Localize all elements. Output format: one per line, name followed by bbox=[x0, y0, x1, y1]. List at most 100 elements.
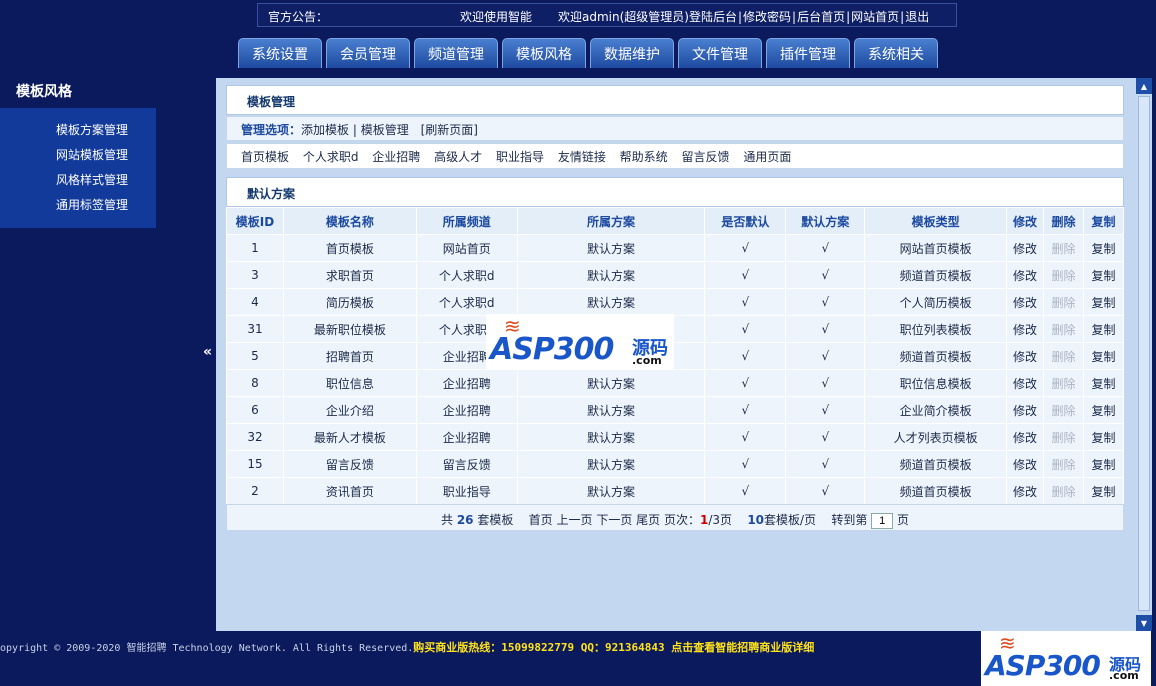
table-cell: 频道首页模板 bbox=[864, 477, 1008, 505]
category-link[interactable]: 个人求职d bbox=[303, 150, 359, 164]
edit-link[interactable]: 修改 bbox=[1006, 369, 1044, 397]
tab-plugin-management[interactable]: 插件管理 bbox=[766, 38, 850, 68]
edit-link[interactable]: 修改 bbox=[1006, 342, 1044, 370]
table-cell: 默认方案 bbox=[516, 261, 706, 289]
category-link[interactable]: 帮助系统 bbox=[620, 150, 668, 164]
copy-link[interactable]: 复制 bbox=[1082, 423, 1125, 451]
table-cell: √ bbox=[785, 288, 866, 316]
scrollbar[interactable]: ▲ ▼ bbox=[1136, 78, 1152, 631]
scroll-down-icon[interactable]: ▼ bbox=[1136, 615, 1152, 631]
table-cell: 个人简历模板 bbox=[864, 288, 1008, 316]
edit-link[interactable]: 修改 bbox=[1006, 450, 1044, 478]
logout-link[interactable]: 退出 bbox=[905, 10, 929, 24]
sidebar-item-site-template[interactable]: 网站模板管理 bbox=[0, 146, 156, 171]
copy-link[interactable]: 复制 bbox=[1082, 450, 1125, 478]
main-nav: 系统设置 会员管理 频道管理 模板风格 数据维护 文件管理 插件管理 系统相关 bbox=[238, 38, 938, 68]
goto-page-input[interactable] bbox=[871, 513, 894, 529]
delete-link: 删除 bbox=[1043, 477, 1084, 505]
column-header: 模板名称 bbox=[282, 207, 417, 235]
copy-link[interactable]: 复制 bbox=[1082, 396, 1125, 424]
table-cell: √ bbox=[704, 450, 787, 478]
table-cell: 频道首页模板 bbox=[864, 450, 1008, 478]
pager-next-link[interactable]: 下一页 bbox=[596, 513, 632, 527]
column-header: 删除 bbox=[1043, 207, 1084, 235]
tab-system-settings[interactable]: 系统设置 bbox=[238, 38, 322, 68]
pager-per-page: 10 bbox=[747, 513, 765, 527]
table-cell: 默认方案 bbox=[516, 234, 706, 262]
edit-link[interactable]: 修改 bbox=[1006, 288, 1044, 316]
tab-file-management[interactable]: 文件管理 bbox=[678, 38, 762, 68]
pager-prev-link[interactable]: 上一页 bbox=[556, 513, 592, 527]
sidebar-item-common-tags[interactable]: 通用标签管理 bbox=[0, 196, 156, 221]
copy-link[interactable]: 复制 bbox=[1082, 315, 1125, 343]
delete-link: 删除 bbox=[1043, 261, 1084, 289]
table-cell: 默认方案 bbox=[516, 477, 706, 505]
delete-link: 删除 bbox=[1043, 234, 1084, 262]
copy-link[interactable]: 复制 bbox=[1082, 369, 1125, 397]
watermark-logo: ≋ ASP300 源码 .com bbox=[981, 631, 1151, 686]
table-cell: √ bbox=[704, 342, 787, 370]
sidebar-item-template-scheme[interactable]: 模板方案管理 bbox=[0, 121, 156, 146]
copy-link[interactable]: 复制 bbox=[1082, 477, 1125, 505]
pager-total-suffix: 套模板 bbox=[477, 513, 514, 527]
table-cell: 资讯首页 bbox=[282, 477, 417, 505]
pager-goto-suffix: 页 bbox=[897, 513, 910, 527]
copy-link[interactable]: 复制 bbox=[1082, 342, 1125, 370]
pagination: 共 26 套模板 首页 上一页 下一页 尾页 页次：1/3页 10套模板/页 转… bbox=[226, 504, 1124, 531]
edit-link[interactable]: 修改 bbox=[1006, 423, 1044, 451]
table-cell: 职位列表模板 bbox=[864, 315, 1008, 343]
category-link[interactable]: 企业招聘 bbox=[372, 150, 420, 164]
edit-link[interactable]: 修改 bbox=[1006, 315, 1044, 343]
table-cell: 频道首页模板 bbox=[864, 342, 1008, 370]
watermark-logo-text: ASP300 bbox=[490, 332, 614, 367]
table-cell: 人才列表页模板 bbox=[864, 423, 1008, 451]
category-link[interactable]: 高级人才 bbox=[434, 150, 482, 164]
tab-template-style[interactable]: 模板风格 bbox=[502, 38, 586, 68]
scroll-up-icon[interactable]: ▲ bbox=[1136, 78, 1152, 94]
panel-title: 默认方案 bbox=[247, 187, 296, 201]
table-cell: 4 bbox=[226, 288, 284, 316]
collapse-sidebar-icon[interactable]: « bbox=[203, 344, 212, 360]
table-cell: √ bbox=[704, 288, 787, 316]
table-header-row: 模板ID 模板名称 所属频道 所属方案 是否默认 默认方案 模板类型 修改 删除… bbox=[226, 207, 1125, 235]
admin-home-link[interactable]: 后台首页 bbox=[797, 10, 845, 24]
table-cell: √ bbox=[704, 369, 787, 397]
scroll-thumb[interactable] bbox=[1138, 96, 1150, 611]
sidebar-item-style[interactable]: 风格样式管理 bbox=[0, 171, 156, 196]
tab-member-management[interactable]: 会员管理 bbox=[326, 38, 410, 68]
tab-data-maintenance[interactable]: 数据维护 bbox=[590, 38, 674, 68]
copy-link[interactable]: 复制 bbox=[1082, 288, 1125, 316]
manage-template-link[interactable]: 模板管理 bbox=[361, 123, 409, 137]
column-header: 所属频道 bbox=[415, 207, 518, 235]
edit-link[interactable]: 修改 bbox=[1006, 396, 1044, 424]
table-cell: 简历模板 bbox=[282, 288, 417, 316]
category-link[interactable]: 友情链接 bbox=[558, 150, 606, 164]
category-link[interactable]: 通用页面 bbox=[743, 150, 791, 164]
edit-link[interactable]: 修改 bbox=[1006, 477, 1044, 505]
edit-link[interactable]: 修改 bbox=[1006, 234, 1044, 262]
edit-link[interactable]: 修改 bbox=[1006, 261, 1044, 289]
copy-link[interactable]: 复制 bbox=[1082, 261, 1125, 289]
table-cell: 求职首页 bbox=[282, 261, 417, 289]
footer-promo-link[interactable]: 购买商业版热线：15099822779 QQ：921364843 点击查看智能招… bbox=[413, 641, 814, 654]
pager-total-count: 26 bbox=[456, 513, 474, 527]
pager-last-link[interactable]: 尾页 bbox=[636, 513, 660, 527]
user-info: 欢迎admin(超级管理员)登陆后台|修改密码|后台首页|网站首页|退出 bbox=[558, 10, 930, 24]
copy-link[interactable]: 复制 bbox=[1082, 234, 1125, 262]
category-link[interactable]: 职业指导 bbox=[496, 150, 544, 164]
table-cell: √ bbox=[785, 315, 866, 343]
table-cell: 3 bbox=[226, 261, 284, 289]
sidebar-menu: 模板方案管理 网站模板管理 风格样式管理 通用标签管理 bbox=[0, 108, 156, 228]
change-password-link[interactable]: 修改密码 bbox=[743, 10, 791, 24]
add-template-link[interactable]: 添加模板 bbox=[301, 123, 349, 137]
pager-first-link[interactable]: 首页 bbox=[529, 513, 553, 527]
tab-channel-management[interactable]: 频道管理 bbox=[414, 38, 498, 68]
category-link[interactable]: 首页模板 bbox=[241, 150, 289, 164]
refresh-page-link[interactable]: [刷新页面] bbox=[421, 123, 478, 137]
tab-system-related[interactable]: 系统相关 bbox=[854, 38, 938, 68]
sidebar-title: 模板风格 bbox=[16, 84, 72, 100]
site-home-link[interactable]: 网站首页 bbox=[851, 10, 899, 24]
table-row: 31最新职位模板个人求职d默认方案√√职位列表模板修改删除复制 bbox=[226, 315, 1125, 343]
pager-total-pages: /3页 bbox=[708, 513, 733, 527]
category-link[interactable]: 留言反馈 bbox=[682, 150, 730, 164]
